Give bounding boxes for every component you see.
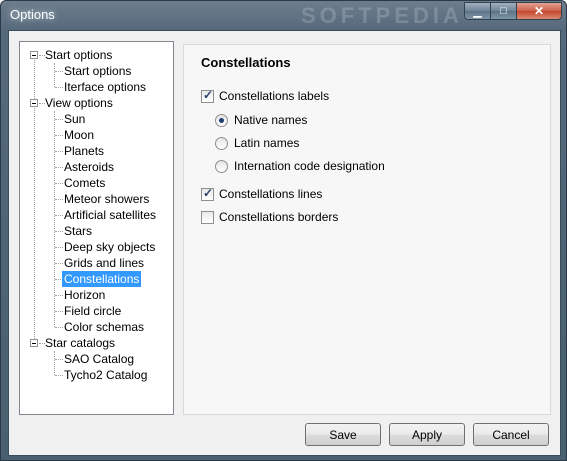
tree-item-planets[interactable]: Planets xyxy=(64,143,104,159)
tree-connector xyxy=(55,135,63,136)
native-names-radio[interactable]: Native names xyxy=(215,112,307,128)
tree-connector xyxy=(55,359,63,360)
collapse-icon[interactable] xyxy=(30,99,38,107)
tree-item-sao-catalog[interactable]: SAO Catalog xyxy=(64,351,134,367)
tree-item-constellations[interactable]: Constellations xyxy=(62,271,142,287)
constellations-lines-label: Constellations lines xyxy=(219,187,323,201)
tree-item-stars[interactable]: Stars xyxy=(64,223,92,239)
tree-connector xyxy=(55,231,63,232)
constellations-panel: Constellations Constellations labels Nat… xyxy=(183,44,551,415)
options-tree[interactable]: Start options Start options Iterface opt… xyxy=(19,41,174,415)
window-title: Options xyxy=(10,7,55,22)
constellations-borders-label: Constellations borders xyxy=(219,210,339,224)
minimize-icon: ▁ xyxy=(473,5,482,18)
tree-item-field-circle[interactable]: Field circle xyxy=(64,303,121,319)
tree-connector xyxy=(55,87,63,88)
tree-connector xyxy=(55,247,63,248)
tree-connector xyxy=(55,215,63,216)
tree-group-star-catalogs[interactable]: Star catalogs xyxy=(45,335,115,351)
tree-connector xyxy=(55,151,63,152)
tree-item-sun[interactable]: Sun xyxy=(64,111,85,127)
tree-item-comets[interactable]: Comets xyxy=(64,175,105,191)
tree-connector xyxy=(55,327,63,328)
tree-item-asteroids[interactable]: Asteroids xyxy=(64,159,114,175)
watermark: SOFTPEDIA xyxy=(301,3,463,28)
window-controls: ▁ □ ✕ xyxy=(464,2,562,20)
options-window: Options SOFTPEDIA ▁ □ ✕ Start options St… xyxy=(0,0,567,461)
tree-item-moon[interactable]: Moon xyxy=(64,127,94,143)
tree-connector xyxy=(55,183,63,184)
apply-button[interactable]: Apply xyxy=(389,423,465,446)
maximize-icon: □ xyxy=(500,5,507,17)
tree-item-artificial-satellites[interactable]: Artificial satellites xyxy=(64,207,156,223)
tree-root-line xyxy=(34,55,35,339)
radio-unselected-icon[interactable] xyxy=(215,159,228,173)
save-button[interactable]: Save xyxy=(305,423,381,446)
tree-connector xyxy=(55,311,63,312)
tree-group-view-options[interactable]: View options xyxy=(45,95,113,111)
cancel-button[interactable]: Cancel xyxy=(473,423,549,446)
collapse-icon[interactable] xyxy=(30,339,38,347)
tree-item-deep-sky-objects[interactable]: Deep sky objects xyxy=(64,239,155,255)
radio-selected-icon[interactable] xyxy=(215,113,228,127)
tree-connector xyxy=(55,167,63,168)
tree-item-tycho2-catalog[interactable]: Tycho2 Catalog xyxy=(64,367,147,383)
tree-connector xyxy=(55,295,63,296)
constellations-labels-checkbox[interactable]: Constellations labels xyxy=(201,88,329,104)
maximize-button[interactable]: □ xyxy=(491,2,517,20)
tree-branch-line xyxy=(54,63,55,87)
constellations-borders-checkbox[interactable]: Constellations borders xyxy=(201,209,338,225)
latin-names-label: Latin names xyxy=(234,136,300,150)
collapse-icon[interactable] xyxy=(30,51,38,59)
tree-connector xyxy=(55,375,63,376)
title-bar[interactable]: Options SOFTPEDIA ▁ □ ✕ xyxy=(1,1,566,29)
tree-item-interface-options[interactable]: Iterface options xyxy=(64,79,146,95)
constellations-lines-checkbox[interactable]: Constellations lines xyxy=(201,186,322,202)
tree-connector xyxy=(55,119,63,120)
internation-code-label: Internation code designation xyxy=(234,159,385,173)
tree-item-horizon[interactable]: Horizon xyxy=(64,287,105,303)
tree-connector xyxy=(55,71,63,72)
native-names-label: Native names xyxy=(234,113,308,127)
tree-item-start-options[interactable]: Start options xyxy=(64,63,131,79)
tree-item-grids-and-lines[interactable]: Grids and lines xyxy=(64,255,144,271)
checkbox-unchecked-icon[interactable] xyxy=(201,210,214,224)
tree-branch-line xyxy=(54,351,55,375)
dialog-client: Start options Start options Iterface opt… xyxy=(8,30,561,456)
tree-connector xyxy=(55,199,63,200)
latin-names-radio[interactable]: Latin names xyxy=(215,135,299,151)
radio-unselected-icon[interactable] xyxy=(215,136,228,150)
checkbox-checked-icon[interactable] xyxy=(201,186,214,201)
panel-heading: Constellations xyxy=(201,55,291,70)
internation-code-radio[interactable]: Internation code designation xyxy=(215,158,385,174)
tree-item-meteor-showers[interactable]: Meteor showers xyxy=(64,191,149,207)
minimize-button[interactable]: ▁ xyxy=(464,2,491,20)
close-button[interactable]: ✕ xyxy=(517,2,562,20)
tree-group-start-options[interactable]: Start options xyxy=(45,47,112,63)
constellations-labels-label: Constellations labels xyxy=(219,89,330,103)
close-icon: ✕ xyxy=(533,4,545,18)
tree-item-color-schemas[interactable]: Color schemas xyxy=(64,319,144,335)
checkbox-checked-icon[interactable] xyxy=(201,88,214,103)
tree-connector xyxy=(55,263,63,264)
